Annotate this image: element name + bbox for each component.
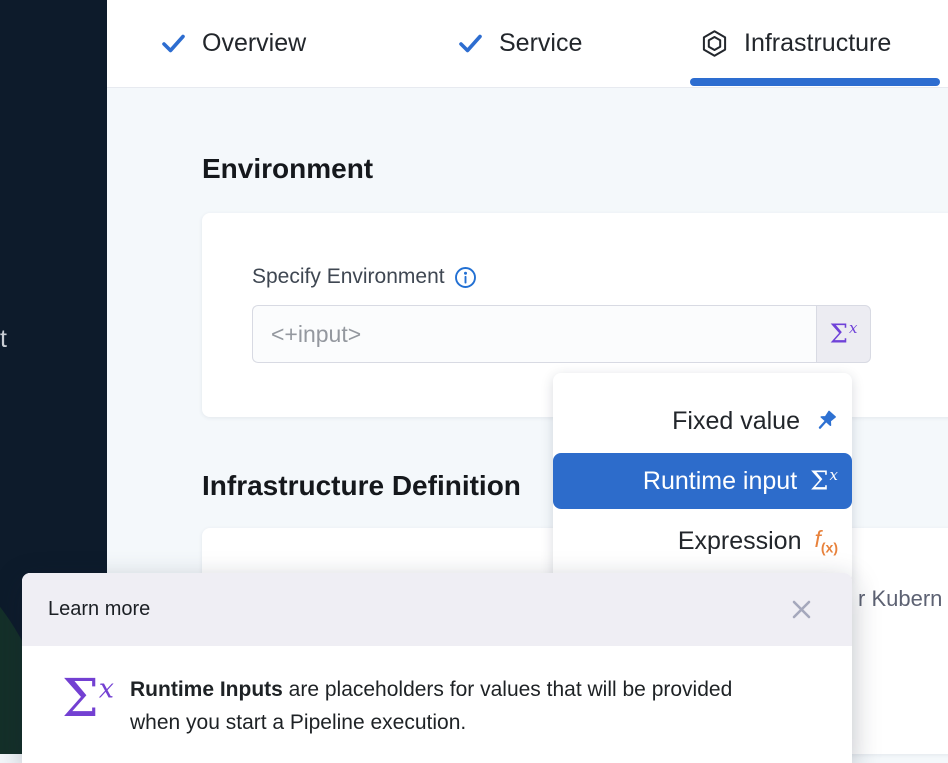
tab-overview[interactable]: Overview <box>160 0 306 86</box>
popover-body-text: Runtime Inputs are placeholders for valu… <box>130 673 780 739</box>
learn-more-popover: Learn more Σx Runtime Inputs are placeho… <box>22 573 852 763</box>
multitype-selector-button[interactable]: Σx <box>816 305 871 363</box>
active-tab-underline <box>690 78 940 86</box>
environment-input[interactable] <box>252 305 816 363</box>
specify-environment-label-row: Specify Environment <box>252 265 477 289</box>
dropdown-item-label: Expression <box>678 527 802 556</box>
tab-label: Service <box>499 29 582 58</box>
environment-input-group: Σx <box>252 305 871 363</box>
specify-environment-label: Specify Environment <box>252 265 445 289</box>
sidebar-truncated-text: t <box>0 325 7 354</box>
sigma-icon: Σx <box>830 321 858 348</box>
info-icon[interactable] <box>454 266 477 289</box>
sigma-icon: Σx <box>810 468 838 495</box>
dropdown-item-label: Fixed value <box>672 407 800 436</box>
tab-label: Overview <box>202 29 306 58</box>
popover-title: Learn more <box>48 598 150 621</box>
hexagon-icon <box>700 29 729 58</box>
dropdown-item-expression[interactable]: Expression f(x) <box>553 513 852 569</box>
check-icon <box>457 30 484 57</box>
popover-header: Learn more <box>22 573 852 646</box>
dropdown-item-fixed-value[interactable]: Fixed value <box>553 393 852 449</box>
fx-icon: f(x) <box>814 528 838 555</box>
dropdown-item-label: Runtime input <box>643 467 797 496</box>
partial-kubernetes-text: r Kubern <box>858 586 942 612</box>
pin-icon <box>813 409 838 434</box>
tab-service[interactable]: Service <box>457 0 582 86</box>
close-icon[interactable] <box>789 597 814 622</box>
tab-label: Infrastructure <box>744 29 891 58</box>
check-icon <box>160 30 187 57</box>
stage-tabbar: Overview Service Infrastructure <box>107 0 948 88</box>
sigma-icon: Σx <box>62 673 114 725</box>
infrastructure-definition-heading: Infrastructure Definition <box>202 470 521 502</box>
dropdown-item-runtime-input[interactable]: Runtime input Σx <box>553 453 852 509</box>
environment-heading: Environment <box>202 153 373 185</box>
tab-infrastructure[interactable]: Infrastructure <box>700 0 891 86</box>
multitype-dropdown: Fixed value Runtime input Σx Expression … <box>553 373 852 583</box>
